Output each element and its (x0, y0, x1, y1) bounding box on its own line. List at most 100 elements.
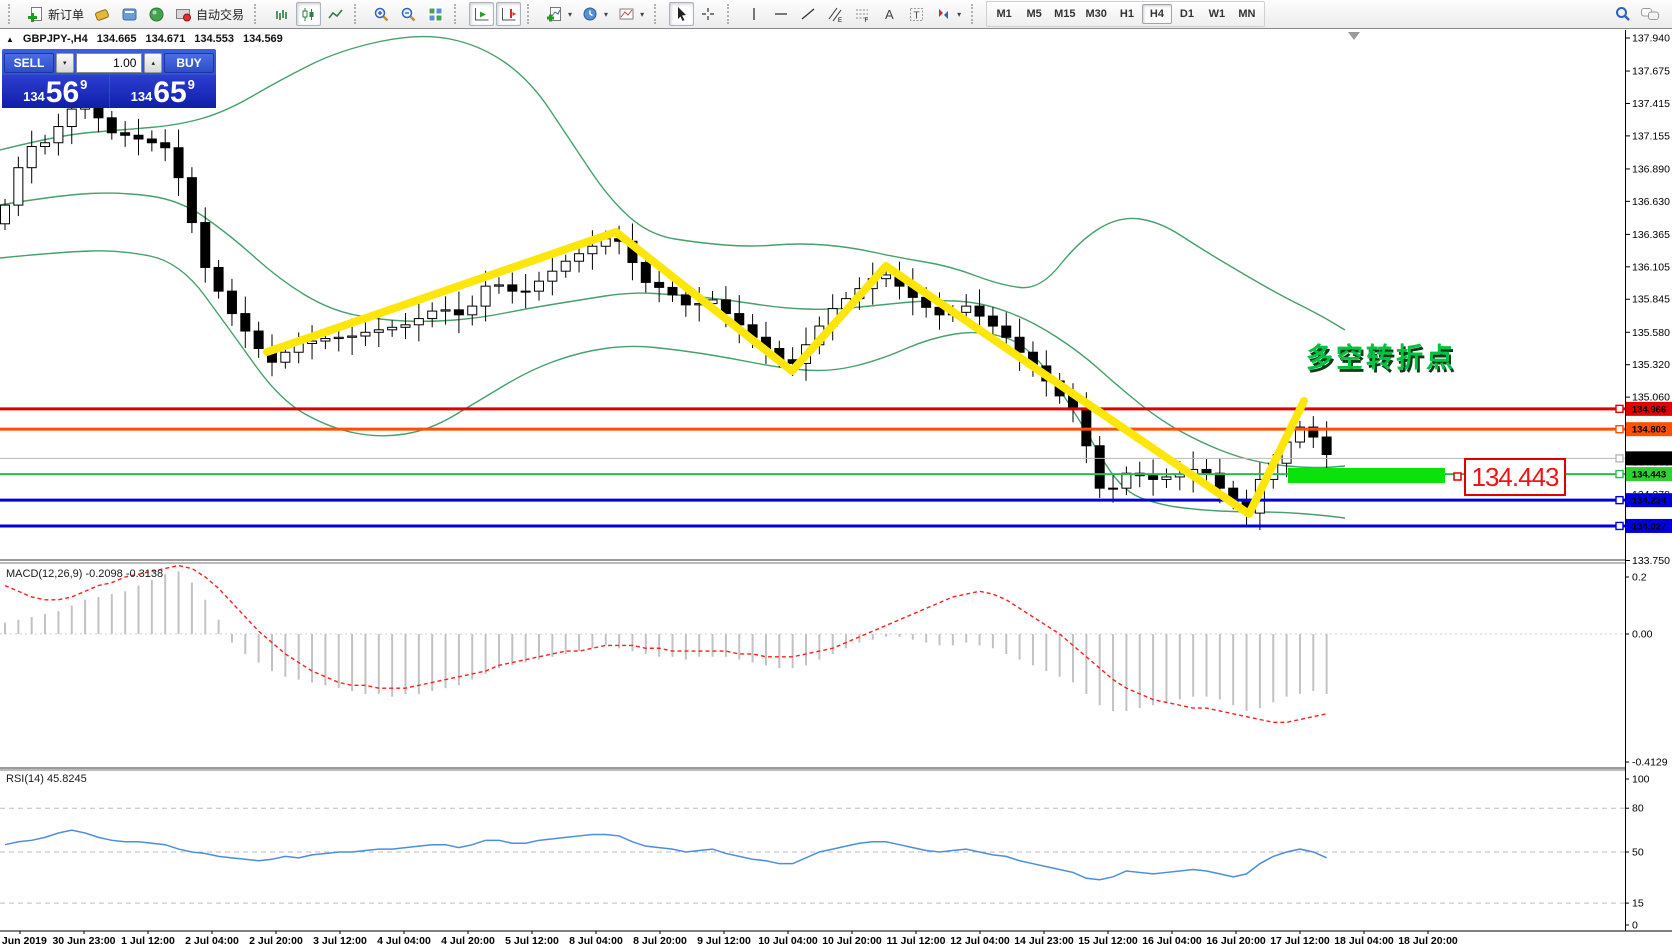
mt4-terminal: { "toolbar": { "new_order_label": "新订单",… (0, 0, 1672, 951)
chevron-down-icon: ▾ (640, 10, 644, 19)
market-watch-button[interactable] (90, 2, 115, 26)
new-order-button[interactable]: 新订单 (23, 2, 88, 26)
toolbar-grip (654, 4, 663, 24)
buy-button[interactable]: BUY (164, 53, 214, 73)
zoom-out-button[interactable] (396, 2, 421, 26)
chevron-down-icon: ▾ (63, 59, 67, 67)
auto-scroll-button[interactable] (469, 2, 494, 26)
indicators-button[interactable]: ▾ (542, 2, 576, 26)
volume-down-button[interactable]: ▾ (56, 53, 74, 73)
timeframe-m15[interactable]: M15 (1049, 4, 1080, 24)
autotrading-button[interactable]: 自动交易 (171, 2, 248, 26)
fibonacci-icon: F (854, 6, 871, 23)
tile-windows-icon (427, 6, 444, 23)
tile-windows-button[interactable] (423, 2, 448, 26)
timeframe-d1[interactable]: D1 (1172, 4, 1202, 24)
highlight-box[interactable] (1288, 468, 1445, 483)
line-chart-icon (327, 6, 344, 23)
timeframe-w1[interactable]: W1 (1202, 4, 1232, 24)
svg-text:10 Jul 04:00: 10 Jul 04:00 (758, 935, 818, 947)
channel-tool-button[interactable]: E (823, 2, 848, 26)
zigzag-trendline[interactable] (267, 232, 1304, 514)
toolbar-grip (527, 4, 536, 24)
svg-text:0.2: 0.2 (1632, 572, 1647, 584)
buy-price-prefix: 134 (131, 89, 153, 104)
svg-text:4 Jul 04:00: 4 Jul 04:00 (377, 935, 431, 947)
symbol-marker-icon: ▲ (6, 35, 14, 44)
clock-icon (582, 6, 599, 23)
price-callout-box[interactable]: 134.443 (1464, 458, 1566, 496)
cursor-tool-button[interactable] (669, 2, 694, 26)
arrows-tool-button[interactable]: ▾ (931, 2, 965, 26)
one-click-trading-panel: SELL ▾ ▴ BUY 134 56 9 134 65 9 (2, 49, 216, 108)
svg-text:3 Jul 12:00: 3 Jul 12:00 (313, 935, 367, 947)
crosshair-icon (700, 6, 717, 23)
auto-scroll-icon (473, 6, 490, 23)
timeframe-h4[interactable]: H4 (1142, 4, 1172, 24)
rsi-indicator-label: RSI(14) 45.8245 (6, 773, 87, 785)
data-window-button[interactable] (117, 2, 142, 26)
sell-price[interactable]: 134 56 9 (2, 75, 109, 108)
line-chart-button[interactable] (323, 2, 348, 26)
timeframe-m1[interactable]: M1 (989, 4, 1019, 24)
candles-layer (1, 93, 1332, 513)
volume-input[interactable] (76, 53, 143, 73)
label-tool-button[interactable]: T (904, 2, 929, 26)
svg-text:136.890: 136.890 (1632, 163, 1670, 175)
svg-text:134.803: 134.803 (1632, 425, 1666, 436)
search-icon[interactable] (1614, 5, 1632, 23)
timeframe-m5[interactable]: M5 (1019, 4, 1049, 24)
svg-text:1 Jul 12:00: 1 Jul 12:00 (121, 935, 175, 947)
svg-text:136.630: 136.630 (1632, 196, 1670, 208)
template-icon (618, 6, 635, 23)
trendline-tool-button[interactable] (796, 2, 821, 26)
svg-text:50: 50 (1632, 847, 1644, 859)
navigator-icon (148, 6, 165, 23)
volume-up-button[interactable]: ▴ (144, 53, 162, 73)
horizontal-line-tool-button[interactable] (769, 2, 794, 26)
svg-text:8 Jul 20:00: 8 Jul 20:00 (633, 935, 687, 947)
buy-price-pip: 9 (188, 77, 195, 92)
chat-icon[interactable] (1640, 5, 1662, 23)
svg-text:15 Jul 12:00: 15 Jul 12:00 (1078, 935, 1138, 947)
ohlc-close: 134.569 (243, 33, 283, 45)
bar-chart-button[interactable] (269, 2, 294, 26)
crosshair-tool-button[interactable] (696, 2, 721, 26)
fibonacci-tool-button[interactable]: F (850, 2, 875, 26)
timeframe-m30[interactable]: M30 (1081, 4, 1112, 24)
chevron-down-icon: ▾ (957, 10, 961, 19)
candlestick-chart-button[interactable] (296, 2, 321, 26)
timeframe-mn[interactable]: MN (1232, 4, 1262, 24)
navigator-button[interactable] (144, 2, 169, 26)
svg-text:-0.4129: -0.4129 (1632, 757, 1668, 769)
svg-text:137.940: 137.940 (1632, 33, 1670, 45)
symbol-ohlc-bar: ▲ GBPJPY-,H4 134.665 134.671 134.553 134… (6, 33, 283, 45)
svg-text:E: E (838, 18, 842, 23)
timeframe-group: M1 M5 M15 M30 H1 H4 D1 W1 MN (986, 1, 1265, 27)
buy-price[interactable]: 134 65 9 (110, 75, 217, 108)
vertical-line-tool-button[interactable] (742, 2, 767, 26)
chart-canvas[interactable]: 137.940137.675137.415137.155136.890136.6… (0, 30, 1672, 951)
svg-text:134.234: 134.234 (1632, 496, 1667, 507)
bar-chart-icon (273, 6, 290, 23)
text-tool-button[interactable]: A (877, 2, 902, 26)
toolbar-grip (727, 4, 736, 24)
chevron-down-icon: ▾ (604, 10, 608, 19)
sell-button[interactable]: SELL (4, 53, 54, 73)
timeframe-h1[interactable]: H1 (1112, 4, 1142, 24)
zoom-in-button[interactable] (369, 2, 394, 26)
autotrading-label: 自动交易 (196, 6, 244, 23)
svg-text:18 Jul 04:00: 18 Jul 04:00 (1334, 935, 1394, 947)
turning-point-annotation[interactable]: 多空转折点 (1306, 336, 1456, 375)
svg-text:8 Jun 2019: 8 Jun 2019 (0, 935, 47, 947)
periods-button[interactable]: ▾ (578, 2, 612, 26)
svg-text:135.320: 135.320 (1632, 359, 1670, 371)
chart-shift-button[interactable] (496, 2, 521, 26)
svg-text:30 Jun 23:00: 30 Jun 23:00 (52, 935, 115, 947)
svg-text:9 Jul 12:00: 9 Jul 12:00 (697, 935, 751, 947)
ohlc-low: 134.553 (194, 33, 234, 45)
templates-button[interactable]: ▾ (614, 2, 648, 26)
svg-text:136.105: 136.105 (1632, 261, 1670, 273)
svg-text:16 Jul 20:00: 16 Jul 20:00 (1206, 935, 1266, 947)
chart-shift-marker (1348, 32, 1360, 40)
